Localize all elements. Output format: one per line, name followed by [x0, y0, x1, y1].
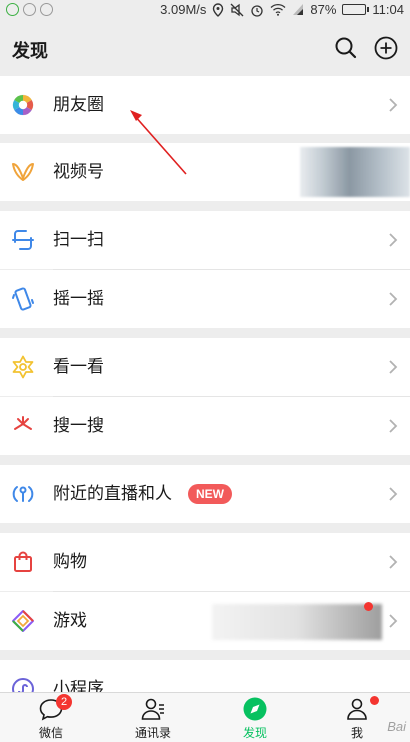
chevron-right-icon — [389, 360, 398, 374]
aperture-icon — [12, 94, 34, 116]
new-dot — [370, 696, 379, 705]
location-person-icon — [12, 486, 34, 502]
page-title: 发现 — [12, 41, 48, 62]
unread-badge: 2 — [56, 694, 72, 710]
battery-percent: 87% — [310, 2, 337, 17]
games-preview-thumbnail — [212, 604, 382, 640]
network-speed: 3.09M/s — [160, 2, 207, 17]
search-row[interactable]: 搜一搜 — [0, 397, 410, 455]
location-icon — [213, 2, 224, 17]
shopping-label: 购物 — [53, 552, 87, 572]
compass-icon — [243, 697, 267, 721]
shake-label: 摇一摇 — [53, 289, 104, 309]
butterfly-icon — [12, 163, 34, 181]
game-diamond-icon — [12, 610, 34, 632]
chevron-right-icon — [389, 614, 398, 628]
tab-bar: 2 微信 通讯录 发现 我 Bai — [0, 692, 410, 742]
notification-icon — [23, 3, 36, 16]
signal-icon — [293, 4, 304, 15]
channels-preview-thumbnail — [300, 147, 410, 197]
notification-icon — [6, 3, 19, 16]
plus-circle-icon[interactable] — [373, 35, 399, 61]
person-icon — [347, 698, 367, 720]
wifi-icon — [270, 3, 286, 16]
scan-icon — [12, 230, 34, 250]
chevron-right-icon — [389, 292, 398, 306]
tab-discover-label: 发现 — [242, 726, 267, 740]
new-badge: NEW — [188, 484, 232, 504]
search-icon[interactable] — [333, 35, 359, 61]
shake-icon — [12, 287, 34, 311]
tab-discover[interactable]: 发现 — [204, 693, 306, 742]
alarm-icon — [251, 4, 264, 17]
status-bar: 3.09M/s 87% 11:04 — [0, 0, 410, 20]
moments-label: 朋友圈 — [53, 95, 104, 115]
games-label: 游戏 — [53, 611, 87, 631]
top-stories-label: 看一看 — [53, 357, 104, 377]
contacts-icon — [141, 698, 164, 720]
chevron-right-icon — [389, 233, 398, 247]
search-label: 搜一搜 — [53, 416, 104, 436]
nearby-live-row[interactable]: 附近的直播和人 NEW — [0, 465, 410, 523]
chevron-right-icon — [389, 555, 398, 569]
notification-icons — [6, 3, 53, 16]
tab-contacts[interactable]: 通讯录 — [102, 693, 204, 742]
status-indicators: 3.09M/s 87% 11:04 — [160, 2, 404, 17]
chevron-right-icon — [389, 98, 398, 112]
chevron-right-icon — [389, 419, 398, 433]
tab-chats-label: 微信 — [38, 726, 63, 740]
header: 发现 — [0, 20, 410, 76]
new-dot — [364, 602, 373, 611]
sparkle-icon — [12, 355, 34, 379]
mute-icon — [230, 3, 244, 16]
shopping-row[interactable]: 购物 — [0, 533, 410, 591]
top-stories-row[interactable]: 看一看 — [0, 338, 410, 396]
tab-chats[interactable]: 2 微信 — [0, 693, 102, 742]
chevron-right-icon — [389, 487, 398, 501]
nearby-live-label: 附近的直播和人 — [53, 484, 172, 504]
games-row[interactable]: 游戏 — [0, 592, 410, 650]
shopping-bag-icon — [14, 551, 32, 572]
tab-me[interactable]: 我 — [306, 693, 408, 742]
moments-row[interactable]: 朋友圈 — [0, 76, 410, 134]
channels-row[interactable]: 视频号 — [0, 143, 410, 201]
channels-label: 视频号 — [53, 162, 104, 182]
shake-row[interactable]: 摇一摇 — [0, 270, 410, 328]
tab-contacts-label: 通讯录 — [134, 726, 171, 740]
battery-icon — [342, 4, 370, 15]
star-search-icon — [14, 416, 32, 430]
clock: 11:04 — [372, 2, 404, 17]
notification-icon — [40, 3, 53, 16]
scan-label: 扫一扫 — [53, 230, 104, 250]
scan-row[interactable]: 扫一扫 — [0, 211, 410, 269]
watermark: Bai — [387, 719, 406, 734]
